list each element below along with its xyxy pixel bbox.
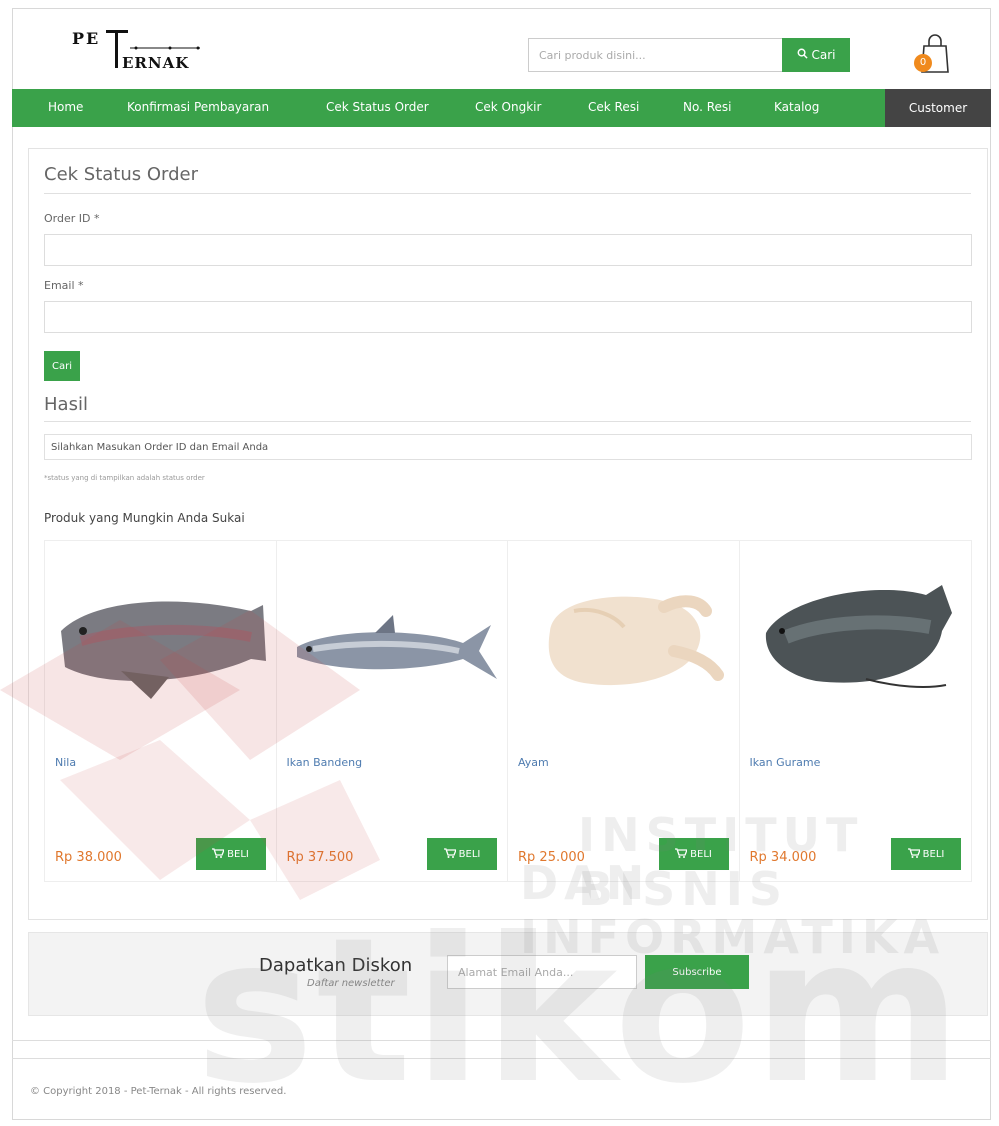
buy-button-label: BELI <box>922 848 945 860</box>
product-name[interactable]: Ayam <box>518 756 549 769</box>
product-price: Rp 25.000 <box>518 850 585 865</box>
cart-icon <box>212 847 226 861</box>
email-field[interactable] <box>44 301 972 333</box>
cart-button[interactable]: 0 <box>912 28 954 76</box>
cart-icon <box>907 847 921 861</box>
product-price: Rp 34.000 <box>749 850 817 865</box>
search-icon <box>797 48 808 62</box>
product-card: Ikan Bandeng Rp 37.500 BELI <box>277 541 508 881</box>
nav-customer[interactable]: Customer <box>885 89 991 127</box>
buy-button-label: BELI <box>458 848 481 860</box>
result-title: Hasil <box>44 394 88 415</box>
nav-konfirmasi-pembayaran[interactable]: Konfirmasi Pembayaran <box>127 100 269 114</box>
buy-button-label: BELI <box>227 848 249 860</box>
nav-cek-resi[interactable]: Cek Resi <box>588 100 639 114</box>
subscribe-button[interactable]: Subscribe <box>645 955 749 989</box>
svg-text:PE: PE <box>72 29 100 48</box>
cart-icon <box>675 847 689 861</box>
svg-text:ERNAK: ERNAK <box>122 54 189 72</box>
search-button[interactable]: Cari <box>782 38 850 72</box>
product-card: Ayam Rp 25.000 BELI <box>508 541 740 881</box>
product-image-nila[interactable] <box>51 571 271 721</box>
nav-cek-status-order[interactable]: Cek Status Order <box>326 100 429 114</box>
buy-button[interactable]: BELI <box>427 838 497 870</box>
nav-cek-ongkir[interactable]: Cek Ongkir <box>475 100 541 114</box>
cart-count-badge: 0 <box>914 54 932 72</box>
divider <box>44 421 971 422</box>
result-message: Silahkan Masukan Order ID dan Email Anda <box>44 434 972 460</box>
page-title: Cek Status Order <box>44 164 199 185</box>
footer-divider <box>12 1040 991 1041</box>
buy-button-label: BELI <box>690 848 712 860</box>
submit-button[interactable]: Cari <box>44 351 80 381</box>
product-name[interactable]: Ikan Gurame <box>750 756 821 769</box>
newsletter-subtitle: Daftar newsletter <box>307 978 395 989</box>
product-image-ikan-gurame[interactable] <box>746 571 966 721</box>
newsletter-title: Dapatkan Diskon <box>259 955 413 976</box>
order-id-label: Order ID * <box>44 212 100 225</box>
buy-button[interactable]: BELI <box>891 838 961 870</box>
buy-button[interactable]: BELI <box>658 838 729 870</box>
copyright-text: © Copyright 2018 - Pet-Ternak - All righ… <box>30 1086 287 1097</box>
result-note: *status yang di tampilkan adalah status … <box>44 474 205 482</box>
related-products-title: Produk yang Mungkin Anda Sukai <box>44 511 245 525</box>
product-price: Rp 38.000 <box>55 850 122 865</box>
product-grid: Nila Rp 38.000 BELI Ikan Bandeng Rp 37.5… <box>44 540 972 882</box>
email-label: Email * <box>44 279 84 292</box>
product-image-ikan-bandeng[interactable] <box>283 571 503 721</box>
product-name[interactable]: Nila <box>55 756 76 769</box>
footer-divider <box>12 1058 991 1059</box>
product-price: Rp 37.500 <box>286 850 354 865</box>
product-image-ayam[interactable] <box>514 571 734 721</box>
search-input[interactable]: Cari produk disini... <box>528 38 784 72</box>
nav-home[interactable]: Home <box>48 100 83 114</box>
newsletter-email-input[interactable]: Alamat Email Anda... <box>447 955 637 989</box>
cart-icon <box>443 847 457 861</box>
product-name[interactable]: Ikan Bandeng <box>287 756 363 769</box>
main-nav: Home Konfirmasi Pembayaran Cek Status Or… <box>12 89 991 127</box>
nav-katalog[interactable]: Katalog <box>774 100 819 114</box>
buy-button[interactable]: BELI <box>195 838 266 870</box>
newsletter-section: Dapatkan Diskon Daftar newsletter Alamat… <box>28 932 988 1016</box>
product-card: Ikan Gurame Rp 34.000 BELI <box>740 541 972 881</box>
product-card: Nila Rp 38.000 BELI <box>45 541 277 881</box>
divider <box>44 193 971 194</box>
search-button-label: Cari <box>811 48 836 62</box>
order-id-field[interactable] <box>44 234 972 266</box>
site-logo[interactable]: PE ERNAK <box>60 18 210 74</box>
nav-no-resi[interactable]: No. Resi <box>683 100 732 114</box>
